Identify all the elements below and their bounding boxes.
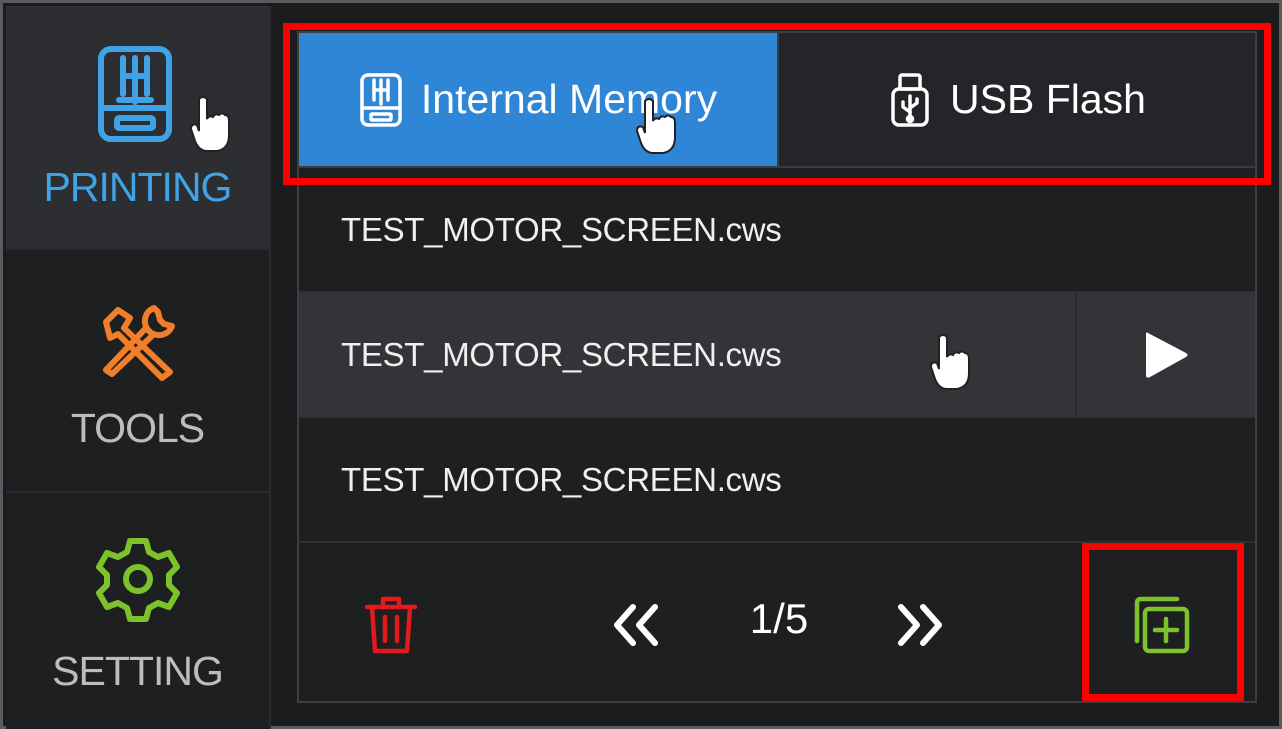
list-item[interactable]: TEST_MOTOR_SCREEN.cws	[299, 418, 1255, 543]
file-list: TEST_MOTOR_SCREEN.cws TEST_MOTOR_SCREEN.…	[299, 168, 1255, 543]
file-name: TEST_MOTOR_SCREEN.cws	[341, 335, 782, 373]
hand-cursor-icon	[635, 98, 676, 154]
sidebar-item-tools[interactable]: TOOLS	[6, 248, 269, 491]
play-icon	[1146, 331, 1188, 378]
list-item[interactable]: TEST_MOTOR_SCREEN.cws	[299, 168, 1255, 293]
page-indicator: 1/5	[749, 595, 809, 642]
play-button[interactable]	[1075, 293, 1255, 416]
bottom-toolbar: 1/5	[299, 543, 1255, 703]
file-browser-panel: Internal Memory USB Flash TEST_MOTOR_SCR…	[297, 31, 1257, 703]
storage-tabs: Internal Memory USB Flash	[299, 33, 1255, 166]
file-name: TEST_MOTOR_SCREEN.cws	[341, 460, 782, 498]
trash-icon[interactable]	[363, 593, 419, 657]
sidebar-item-setting[interactable]: SETTING	[6, 491, 269, 729]
sidebar-divider	[269, 6, 271, 729]
tab-label: USB Flash	[950, 76, 1146, 122]
hand-cursor-icon	[929, 334, 970, 390]
sidebar-item-label: TOOLS	[70, 405, 205, 451]
tab-internal-memory[interactable]: Internal Memory	[299, 33, 777, 166]
tab-usb-flash[interactable]: USB Flash	[777, 33, 1255, 166]
list-item[interactable]: TEST_MOTOR_SCREEN.cws	[299, 293, 1255, 418]
sidebar-item-label: PRINTING	[43, 164, 233, 210]
usb-icon	[891, 72, 929, 127]
printer-screen: PRINTING TOOLS SETTING Internal Memory U…	[0, 0, 1282, 729]
add-copy-icon[interactable]	[1129, 593, 1193, 657]
printer-icon	[97, 46, 172, 142]
tools-icon	[102, 305, 175, 381]
sidebar-item-label: SETTING	[52, 648, 224, 694]
printer-icon	[360, 72, 402, 127]
gear-icon	[95, 538, 180, 622]
hand-cursor-icon	[189, 96, 230, 152]
file-name: TEST_MOTOR_SCREEN.cws	[341, 210, 782, 248]
double-chevron-left-icon[interactable]	[611, 603, 661, 647]
double-chevron-right-icon[interactable]	[895, 603, 945, 647]
